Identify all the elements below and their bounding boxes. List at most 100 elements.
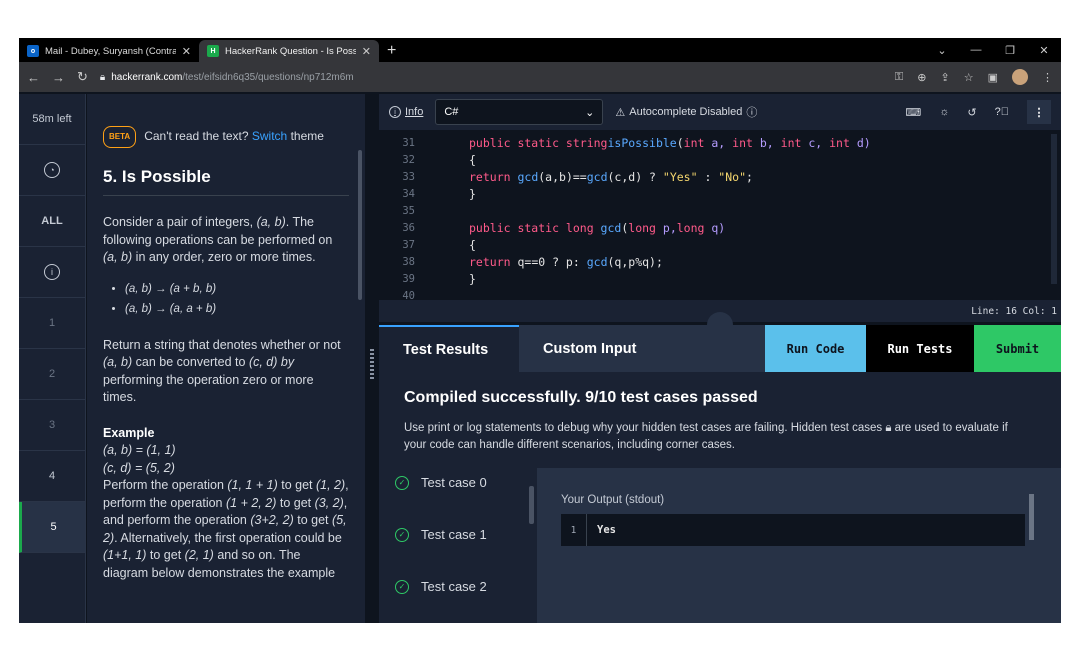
tab-search-icon[interactable]: ⌄ [925, 44, 959, 57]
autocomplete-status[interactable]: ⚠ Autocomplete Disabled ⓘ [615, 104, 757, 120]
code-line: 39} [402, 271, 476, 286]
submit-button[interactable]: Submit [974, 325, 1061, 372]
beta-badge: BETA [103, 126, 137, 148]
example-body: (a, b) = (1, 1) (c, d) = (5, 2) Perform … [103, 443, 349, 580]
problem-intro: Consider a pair of integers, (a, b). The… [103, 215, 333, 264]
output-line-number: 1 [561, 514, 587, 546]
code-line: 38 return q==0 ? p: gcd (q,p%q); [402, 254, 663, 269]
editor-toolbar: i Info C# ⌄ ⚠ Autocomplete Disabled ⓘ ⌨ ☼ ↺ … [379, 94, 1061, 130]
info-link[interactable]: i Info [389, 106, 423, 118]
question-number: 1 [48, 317, 56, 329]
results-tabbar: Test Results Custom Input Run Code Run T… [379, 325, 1061, 372]
close-window-button[interactable]: ✕ [1027, 44, 1061, 57]
zoom-icon[interactable]: ⊕ [917, 71, 926, 84]
output-value: Yes [597, 524, 616, 536]
run-tests-button[interactable]: Run Tests [866, 325, 974, 372]
more-options-icon[interactable]: ⋮ [1027, 100, 1051, 124]
question-number: 5 [50, 521, 57, 533]
switch-theme-link[interactable]: Switch [252, 129, 287, 143]
all-questions-button[interactable]: ALL [19, 196, 85, 247]
browser-tab-mail[interactable]: o Mail - Dubey, Suryansh (Contract ✕ [19, 40, 199, 62]
editor-actions: ⌨ ☼ ↺ ?⃝ ⋮ [905, 100, 1051, 124]
language-select[interactable]: C# ⌄ [435, 99, 604, 125]
code-line: 31 public static string isPossible(int a,… [402, 135, 871, 150]
close-tab-icon[interactable]: ✕ [362, 45, 371, 58]
question-2[interactable]: 2 [19, 349, 85, 400]
help-small-icon: ⓘ [746, 107, 758, 119]
key-icon[interactable]: ⚿ [895, 71, 903, 84]
all-label: ALL [41, 215, 63, 227]
results-panel: Compiled successfully. 9/10 test cases p… [379, 372, 1061, 623]
output-panel: Your Output (stdout) 1 Yes [537, 468, 1061, 623]
sidepanel-icon[interactable]: ▣ [988, 71, 998, 84]
run-code-button[interactable]: Run Code [765, 325, 866, 372]
timer: 58m left [19, 94, 85, 145]
operations-list: (a, b) → (a + b, b) (a, b) → (a, a + b) [125, 281, 349, 319]
question-1[interactable]: 1 [19, 298, 85, 349]
new-tab-button[interactable]: + [379, 40, 404, 62]
minimize-button[interactable]: — [959, 44, 993, 56]
problem-task: Return a string that denotes whether or … [103, 337, 341, 405]
info-button[interactable]: i [19, 247, 85, 298]
editor-scrollbar[interactable] [1051, 134, 1057, 284]
warning-icon: ⚠ [615, 106, 626, 119]
code-line: 37{ [402, 237, 476, 252]
url-host: hackerrank.com [111, 71, 183, 83]
list-item: (a, b) → (a, a + b) [125, 301, 349, 319]
question-number: 4 [48, 470, 56, 482]
panel-splitter[interactable] [365, 94, 379, 623]
output-scrollbar[interactable] [1029, 494, 1034, 540]
share-icon[interactable]: ⇪ [941, 71, 950, 84]
hidden-cases-note: Use print or log statements to debug why… [404, 422, 1008, 451]
test-case-0[interactable]: ✓ Test case 0 [395, 475, 487, 490]
theme-word: theme [290, 129, 324, 143]
help-icon[interactable]: ?⃝ [995, 106, 1009, 118]
code-line: 33 return gcd (a,b)== gcd (c,d) ? "Yes" : "… [402, 169, 753, 184]
drag-handle-icon[interactable] [370, 349, 374, 379]
history-icon[interactable]: ↺ [967, 106, 976, 119]
problem-panel: BETA Can't read the text? Switch theme 5… [87, 94, 365, 623]
timer-label: 58m left [32, 113, 72, 125]
url-path: /test/eifsidn6q35/questions/np712m6m [182, 71, 354, 83]
compass-button[interactable]: ◔ [19, 145, 85, 196]
tab-test-results[interactable]: Test Results [379, 325, 519, 372]
question-rail: 58m left ◔ ALL i 1 2 3 4 5 [19, 94, 86, 623]
browser-actions: ⚿ ⊕ ⇪ ☆ ▣ ⋮ [895, 69, 1053, 85]
problem-scrollbar[interactable] [358, 150, 362, 300]
browser-tab-hackerrank[interactable]: H HackerRank Question - Is Possible ✕ [199, 40, 379, 62]
problem-title: 5. Is Possible [103, 167, 349, 196]
theme-sun-icon[interactable]: ☼ [939, 106, 949, 118]
code-line: 35 [402, 204, 415, 217]
question-number: 3 [48, 419, 56, 431]
info-icon: i [389, 106, 401, 118]
code-line: 32{ [402, 152, 476, 167]
restore-button[interactable]: ❐ [993, 44, 1027, 57]
tab-custom-input[interactable]: Custom Input [519, 325, 765, 372]
address-bar-row: ← → ↻ 🔒︎ hackerrank.com/test/eifsidn6q35… [19, 62, 1061, 92]
code-line: 36 public static long gcd(long p, long q) [402, 220, 726, 235]
check-icon: ✓ [395, 475, 409, 490]
bookmark-star-icon[interactable]: ☆ [964, 71, 974, 84]
menu-kebab-icon[interactable]: ⋮ [1042, 71, 1053, 84]
forward-icon[interactable]: → [52, 70, 65, 85]
question-5[interactable]: 5 [19, 502, 85, 553]
question-4[interactable]: 4 [19, 451, 85, 502]
test-case-1[interactable]: ✓ Test case 1 [395, 527, 487, 542]
close-tab-icon[interactable]: ✕ [182, 45, 191, 58]
reload-icon[interactable]: ↻ [77, 69, 88, 85]
stdout-box: 1 Yes [561, 514, 1025, 546]
url-field[interactable]: 🔒︎ hackerrank.com/test/eifsidn6q35/quest… [100, 66, 883, 88]
test-case-scrollbar[interactable] [529, 486, 534, 524]
chevron-down-icon: ⌄ [585, 106, 595, 119]
profile-avatar[interactable] [1012, 69, 1028, 85]
lock-icon: 🔒︎ [99, 71, 106, 83]
compass-icon: ◔ [44, 162, 60, 178]
code-line: 40 [402, 289, 415, 301]
output-label: Your Output (stdout) [561, 494, 665, 506]
code-editor[interactable]: 31 public static string isPossible(int a,… [379, 130, 1061, 300]
test-case-2[interactable]: ✓ Test case 2 [395, 579, 487, 594]
question-3[interactable]: 3 [19, 400, 85, 451]
back-icon[interactable]: ← [27, 70, 40, 85]
keyboard-icon[interactable]: ⌨ [905, 106, 921, 119]
cant-read-text: Can't read the text? [144, 129, 249, 143]
